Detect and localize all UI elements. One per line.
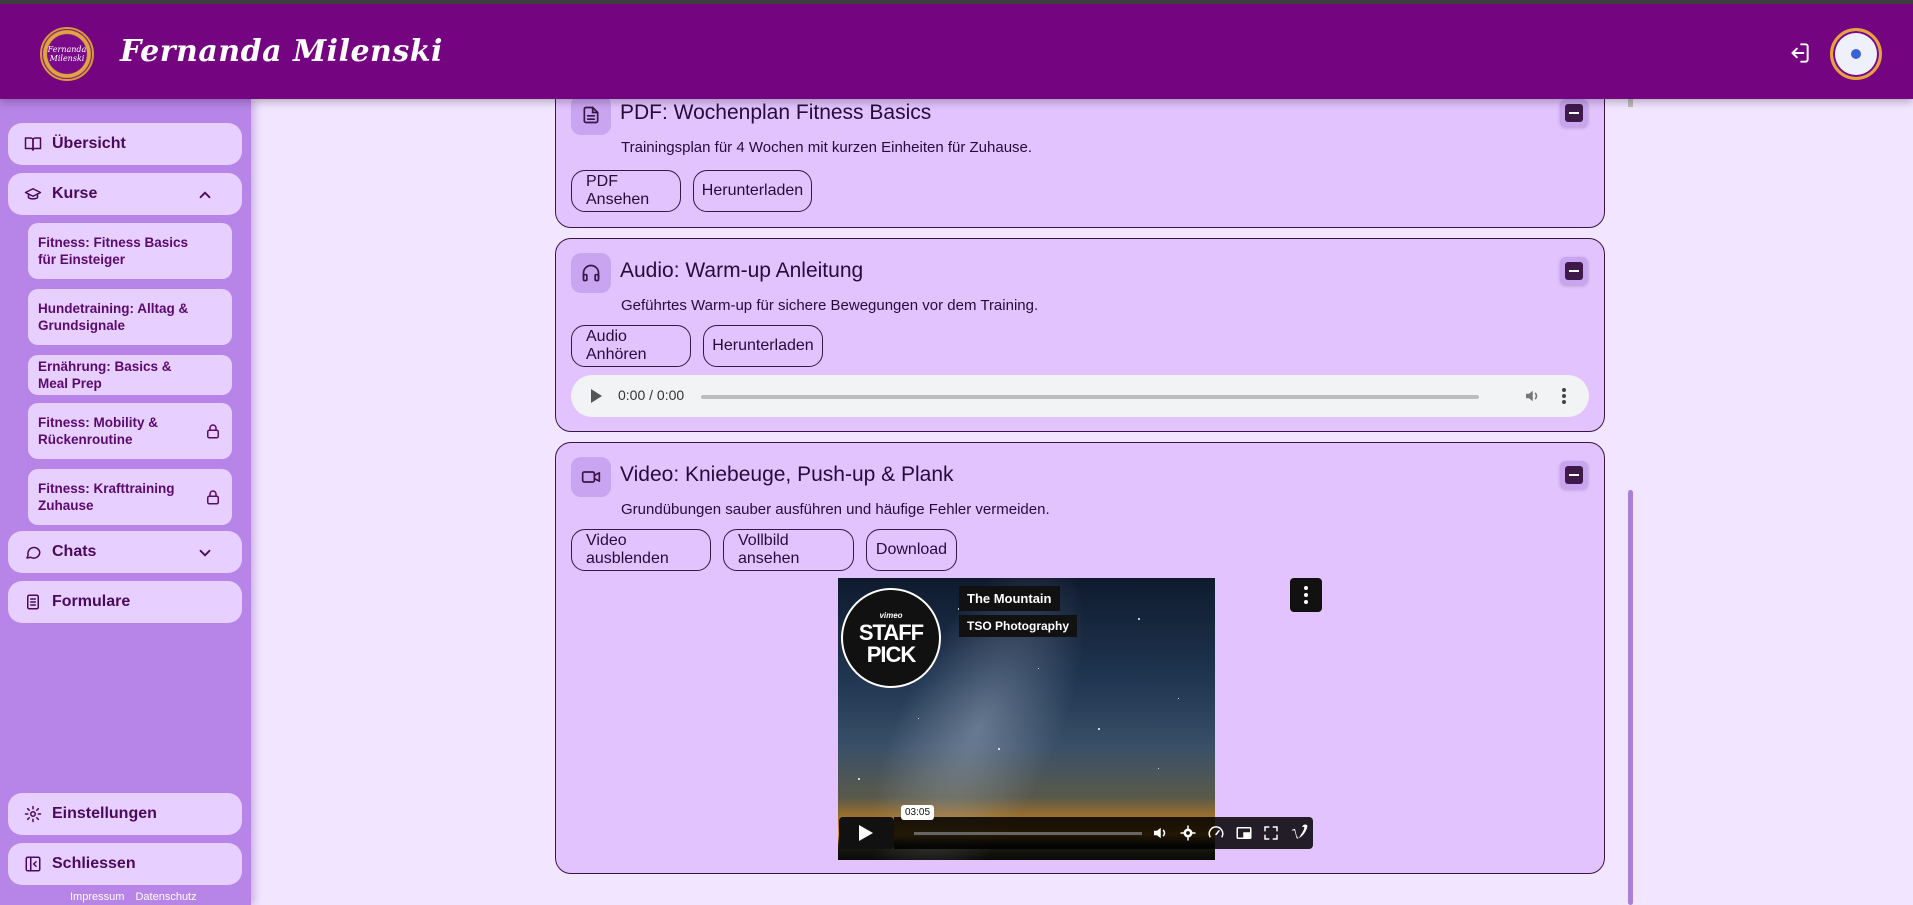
play-button[interactable] [839,817,894,849]
vimeo-badge-brand: vimeo [879,610,903,620]
card-icon [571,457,611,497]
staff-pick-badge: vimeo STAFF PICK [841,588,941,688]
badge-line: PICK [866,641,917,667]
picture-in-picture-icon[interactable] [1235,824,1253,842]
top-bar: Fernanda Milenski Fernanda Milenski [0,0,1913,99]
course-item-label: Hundetraining: Alltag & Grundsignale [38,301,189,333]
lock-icon [207,424,219,439]
sidebar-item-close[interactable]: Schliessen [8,843,242,885]
play-icon [859,825,873,841]
minus-icon [1565,466,1583,484]
audio-player: 0:00 / 0:00 [571,375,1589,417]
time-tooltip: 03:05 [901,805,935,820]
graduation-cap-icon [24,188,42,200]
badge-line: STAFF [858,619,924,645]
sidebar-item-label: Schliessen [52,855,136,872]
minus-icon [1565,262,1583,280]
card-title: Video: Kniebeuge, Push-up & Plank [620,463,954,486]
audio-time: 0:00 / 0:00 [618,387,685,403]
video-title[interactable]: The Mountain [959,586,1060,611]
course-item[interactable]: Hundetraining: Alltag & Grundsignale [28,289,232,345]
video-author[interactable]: TSO Photography [959,615,1077,637]
chevron-down-icon[interactable] [196,544,214,562]
card-title: Audio: Warm-up Anleitung [620,259,864,282]
vimeo-logo-icon[interactable] [1288,824,1310,842]
settings-gear-icon[interactable] [1179,824,1197,842]
card-icon [571,253,611,293]
logout-icon[interactable] [1786,40,1812,66]
course-item-label: Fitness: Fitness Basics für Einsteiger [38,235,189,267]
video-more-button[interactable] [1290,578,1322,612]
speed-icon[interactable] [1207,824,1225,842]
collapse-button[interactable] [1560,461,1588,489]
audio-progress[interactable] [701,395,1479,399]
chevron-up-icon[interactable] [196,186,214,204]
gear-icon [24,805,42,823]
sidebar-item-label: Chats [52,543,97,560]
sidebar-item-chats[interactable]: Chats [8,531,242,573]
brand-logo[interactable]: Fernanda Milenski [40,27,94,81]
course-item-locked[interactable]: Fitness: Mobility & Rückenroutine [28,403,232,459]
volume-icon[interactable] [1151,824,1169,842]
pdf-card: PDF: Wochenplan Fitness Basics Trainings… [555,80,1605,228]
course-item[interactable]: Fitness: Fitness Basics für Einsteiger [28,223,232,279]
video-card: Video: Kniebeuge, Push-up & Plank Grundü… [555,442,1605,874]
audio-card: Audio: Warm-up Anleitung Geführtes Warm-… [555,238,1605,432]
avatar-dot [1851,49,1861,59]
sidebar-item-courses[interactable]: Kurse [8,173,242,215]
audio-download-button[interactable]: Herunterladen [703,325,823,367]
course-item-locked[interactable]: Fitness: Krafttraining Zuhause [28,469,232,525]
book-icon [24,137,42,151]
pdf-download-button[interactable]: Herunterladen [693,170,812,212]
collapse-button[interactable] [1560,257,1588,285]
document-icon [583,106,599,124]
play-icon[interactable] [591,389,602,403]
sidebar: Übersicht Kurse Fitness: Fitness Basics … [0,99,251,905]
lock-icon [207,490,219,505]
privacy-link[interactable]: Datenschutz [135,891,196,903]
card-icon [571,95,611,135]
fullscreen-video-button[interactable]: Vollbild ansehen [723,529,854,571]
sidebar-item-overview[interactable]: Übersicht [8,123,242,165]
hide-video-button[interactable]: Video ausblenden [571,529,711,571]
user-avatar[interactable] [1830,28,1882,80]
sidebar-item-label: Einstellungen [52,805,157,822]
video-camera-icon [581,471,601,483]
clipboard-list-icon [27,594,39,610]
video-progress-bar[interactable] [914,832,1142,835]
minus-icon [1565,104,1583,122]
course-item[interactable]: Ernährung: Basics & Meal Prep [28,355,232,395]
course-item-label: Ernährung: Basics & Meal Prep [38,359,172,391]
more-vertical-icon[interactable] [1561,387,1567,405]
view-pdf-button[interactable]: PDF Ansehen [571,170,681,212]
course-item-label: Fitness: Mobility & Rückenroutine [38,415,159,447]
imprint-link[interactable]: Impressum [70,891,124,903]
fullscreen-icon[interactable] [1262,824,1280,842]
sidebar-collapse-icon [25,856,41,872]
card-title: PDF: Wochenplan Fitness Basics [620,101,932,124]
volume-icon[interactable] [1523,387,1541,405]
video-download-button[interactable]: Download [866,529,957,571]
sidebar-item-forms[interactable]: Formulare [8,581,242,623]
sidebar-item-settings[interactable]: Einstellungen [8,793,242,835]
logo-text: Fernanda Milenski [47,45,87,63]
scrollbar-arrow[interactable] [1628,99,1633,107]
listen-audio-button[interactable]: Audio Anhören [571,325,691,367]
sidebar-item-label: Übersicht [52,135,126,152]
chat-bubble-icon [26,546,41,559]
sidebar-item-label: Formulare [52,593,131,610]
card-description: Geführtes Warm-up für sichere Bewegungen… [621,297,1039,314]
brand-name: Fernanda Milenski [120,34,443,69]
sidebar-item-label: Kurse [52,185,98,202]
card-description: Trainingsplan für 4 Wochen mit kurzen Ei… [621,139,1033,156]
scrollbar-thumb[interactable] [1628,490,1633,905]
video-control-bar [894,817,1313,849]
footer-links: Impressum Datenschutz [70,891,205,903]
card-description: Grundübungen sauber ausführen und häufig… [621,501,1050,518]
collapse-button[interactable] [1560,99,1588,127]
headphones-icon [582,264,600,282]
course-item-label: Fitness: Krafttraining Zuhause [38,481,175,513]
